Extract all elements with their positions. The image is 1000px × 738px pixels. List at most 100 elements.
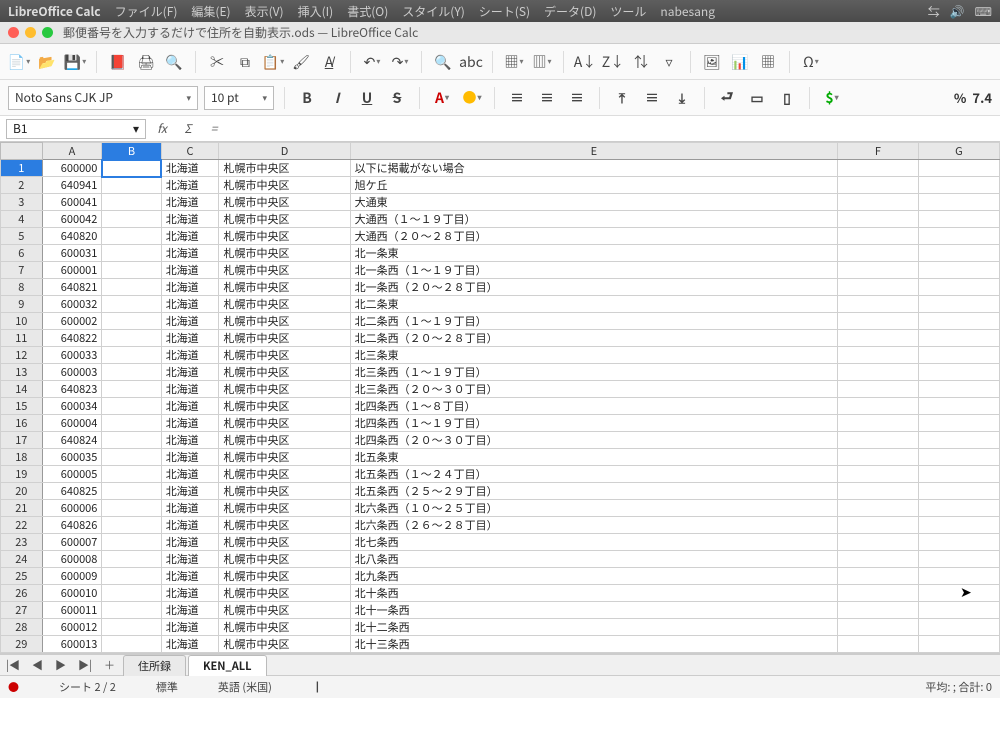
cell-G21[interactable] xyxy=(918,500,999,517)
cell-C2[interactable]: 北海道 xyxy=(161,177,219,194)
menu-data[interactable]: データ(D) xyxy=(544,3,596,20)
cell-D28[interactable]: 札幌市中央区 xyxy=(219,619,350,636)
autofilter-button[interactable]: ▿ xyxy=(658,51,680,73)
cell-C18[interactable]: 北海道 xyxy=(161,449,219,466)
cell-A26[interactable]: 600010 xyxy=(42,585,102,602)
cell-A22[interactable]: 640826 xyxy=(42,517,102,534)
cell-A10[interactable]: 600002 xyxy=(42,313,102,330)
row-header-14[interactable]: 14 xyxy=(1,381,43,398)
cell-A9[interactable]: 600032 xyxy=(42,296,102,313)
cell-B1[interactable] xyxy=(102,160,161,177)
currency-button[interactable]: $ xyxy=(820,86,844,110)
tab-nav-prev[interactable]: ◀ xyxy=(26,657,49,673)
row-header-20[interactable]: 20 xyxy=(1,483,43,500)
formula-input[interactable] xyxy=(230,119,994,139)
cell-F15[interactable] xyxy=(837,398,918,415)
cell-F29[interactable] xyxy=(837,636,918,653)
tab-nav-first[interactable]: |◀ xyxy=(0,657,26,673)
strikethrough-button[interactable]: S xyxy=(385,86,409,110)
cell-E27[interactable]: 北十一条西 xyxy=(350,602,837,619)
column-header-E[interactable]: E xyxy=(350,143,837,160)
cell-F8[interactable] xyxy=(837,279,918,296)
menu-view[interactable]: 表示(V) xyxy=(245,3,284,20)
cell-A2[interactable]: 640941 xyxy=(42,177,102,194)
cell-D11[interactable]: 札幌市中央区 xyxy=(219,330,350,347)
cell-F27[interactable] xyxy=(837,602,918,619)
tab-nav-last[interactable]: ▶| xyxy=(72,657,98,673)
row-header-5[interactable]: 5 xyxy=(1,228,43,245)
col-ops-button[interactable]: ▥ xyxy=(531,51,553,73)
cell-B6[interactable] xyxy=(102,245,161,262)
cell-B27[interactable] xyxy=(102,602,161,619)
cell-F14[interactable] xyxy=(837,381,918,398)
row-header-3[interactable]: 3 xyxy=(1,194,43,211)
cell-B11[interactable] xyxy=(102,330,161,347)
row-header-23[interactable]: 23 xyxy=(1,534,43,551)
cell-F5[interactable] xyxy=(837,228,918,245)
cell-G6[interactable] xyxy=(918,245,999,262)
cell-E12[interactable]: 北三条東 xyxy=(350,347,837,364)
undo-button[interactable]: ↶ xyxy=(361,51,383,73)
cell-D21[interactable]: 札幌市中央区 xyxy=(219,500,350,517)
maximize-window-button[interactable] xyxy=(42,27,53,38)
cell-A28[interactable]: 600012 xyxy=(42,619,102,636)
row-header-29[interactable]: 29 xyxy=(1,636,43,653)
cell-E7[interactable]: 北一条西（１～１９丁目） xyxy=(350,262,837,279)
wifi-icon[interactable]: ⇆ xyxy=(928,3,940,20)
cell-B24[interactable] xyxy=(102,551,161,568)
cell-C21[interactable]: 北海道 xyxy=(161,500,219,517)
row-header-24[interactable]: 24 xyxy=(1,551,43,568)
cell-C13[interactable]: 北海道 xyxy=(161,364,219,381)
cell-E20[interactable]: 北五条西（２５～２９丁目） xyxy=(350,483,837,500)
cell-B7[interactable] xyxy=(102,262,161,279)
cell-B13[interactable] xyxy=(102,364,161,381)
cell-A11[interactable]: 640822 xyxy=(42,330,102,347)
cell-A16[interactable]: 600004 xyxy=(42,415,102,432)
clear-format-button[interactable]: A̸ xyxy=(318,51,340,73)
cell-D15[interactable]: 札幌市中央区 xyxy=(219,398,350,415)
cell-D22[interactable]: 札幌市中央区 xyxy=(219,517,350,534)
cell-C10[interactable]: 北海道 xyxy=(161,313,219,330)
align-right-button[interactable]: ≡ xyxy=(565,86,589,110)
align-bottom-button[interactable]: ⤓ xyxy=(670,86,694,110)
cell-F25[interactable] xyxy=(837,568,918,585)
cell-B17[interactable] xyxy=(102,432,161,449)
cell-E21[interactable]: 北六条西（１０～２５丁目） xyxy=(350,500,837,517)
row-header-21[interactable]: 21 xyxy=(1,500,43,517)
record-macro-icon[interactable]: ● xyxy=(8,679,19,695)
row-header-22[interactable]: 22 xyxy=(1,517,43,534)
cell-D19[interactable]: 札幌市中央区 xyxy=(219,466,350,483)
menu-user[interactable]: nabesang xyxy=(660,3,715,20)
format-paintbrush-button[interactable]: 🖌 xyxy=(290,51,312,73)
cell-F23[interactable] xyxy=(837,534,918,551)
cell-D27[interactable]: 札幌市中央区 xyxy=(219,602,350,619)
cell-C25[interactable]: 北海道 xyxy=(161,568,219,585)
cell-A1[interactable]: 600000 xyxy=(42,160,102,177)
cell-D3[interactable]: 札幌市中央区 xyxy=(219,194,350,211)
cell-C5[interactable]: 北海道 xyxy=(161,228,219,245)
cell-C20[interactable]: 北海道 xyxy=(161,483,219,500)
row-header-16[interactable]: 16 xyxy=(1,415,43,432)
row-header-13[interactable]: 13 xyxy=(1,364,43,381)
cell-B3[interactable] xyxy=(102,194,161,211)
row-header-26[interactable]: 26 xyxy=(1,585,43,602)
cell-A3[interactable]: 600041 xyxy=(42,194,102,211)
row-header-12[interactable]: 12 xyxy=(1,347,43,364)
percent-button[interactable]: % xyxy=(954,88,967,107)
copy-button[interactable]: ⧉ xyxy=(234,51,256,73)
cell-G7[interactable] xyxy=(918,262,999,279)
row-header-1[interactable]: 1 xyxy=(1,160,43,177)
cell-reference-box[interactable]: B1 ▾ xyxy=(6,119,146,139)
row-header-11[interactable]: 11 xyxy=(1,330,43,347)
cell-C6[interactable]: 北海道 xyxy=(161,245,219,262)
cell-A23[interactable]: 600007 xyxy=(42,534,102,551)
print-button[interactable]: 🖨 xyxy=(135,51,157,73)
cell-C16[interactable]: 北海道 xyxy=(161,415,219,432)
cell-D9[interactable]: 札幌市中央区 xyxy=(219,296,350,313)
cell-D24[interactable]: 札幌市中央区 xyxy=(219,551,350,568)
align-top-button[interactable]: ⤒ xyxy=(610,86,634,110)
font-name-combo[interactable]: Noto Sans CJK JP ▾ xyxy=(8,86,198,110)
cell-B23[interactable] xyxy=(102,534,161,551)
function-wizard-button[interactable]: fx xyxy=(152,119,172,139)
italic-button[interactable]: I xyxy=(325,86,349,110)
